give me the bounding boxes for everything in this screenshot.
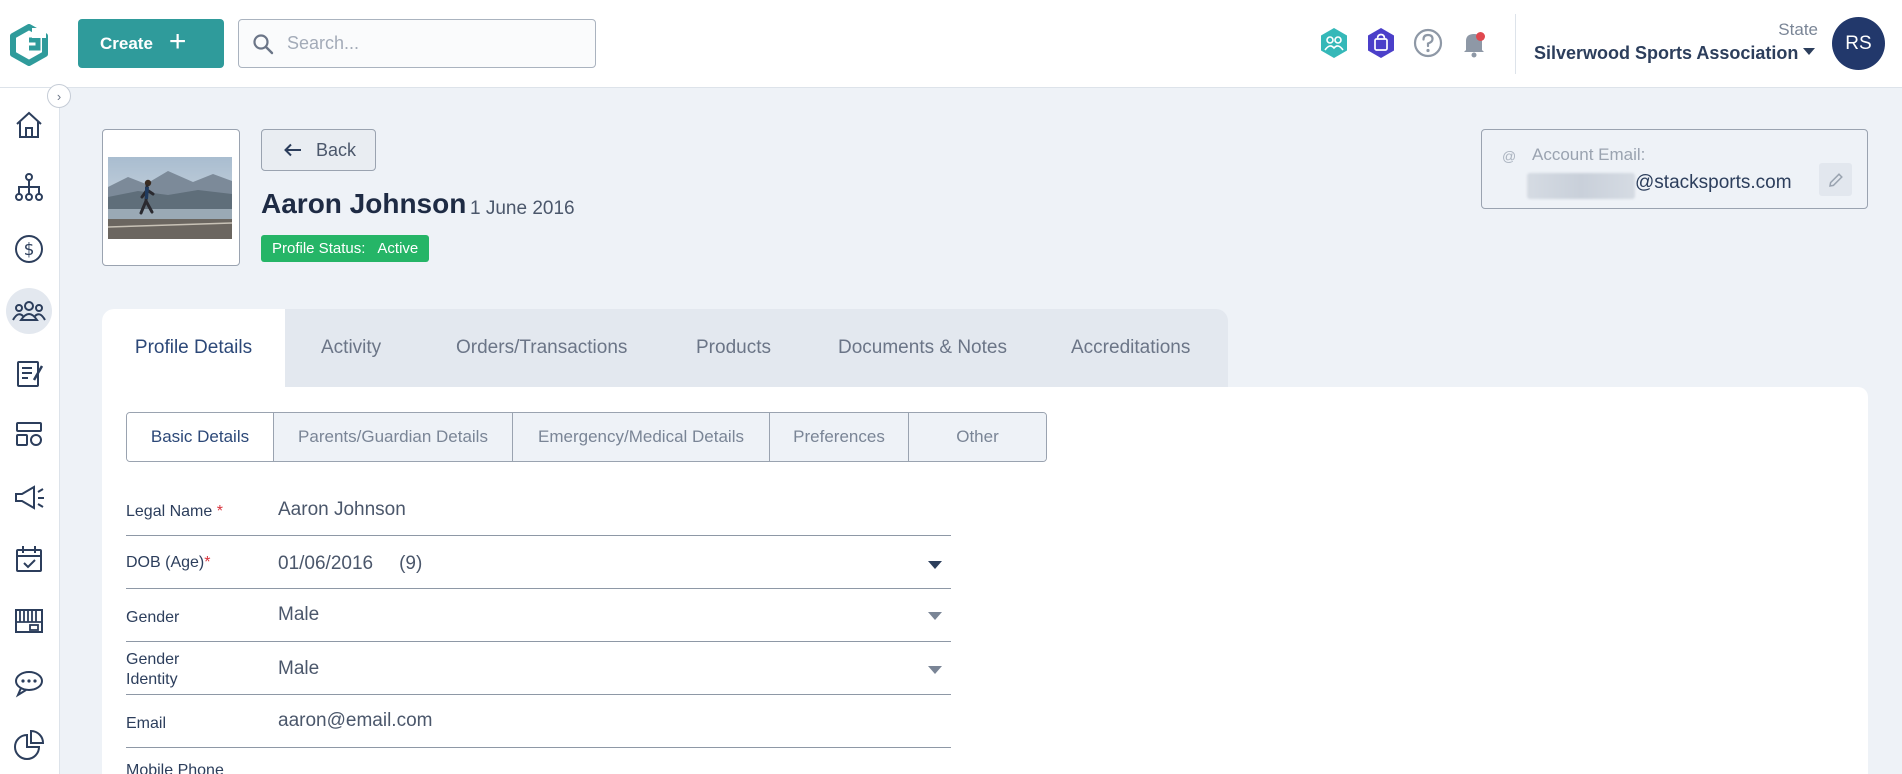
chevron-down-icon[interactable] xyxy=(1803,48,1815,55)
help-icon[interactable] xyxy=(1411,26,1445,60)
shop-bag-icon[interactable] xyxy=(1364,26,1398,60)
messages-icon[interactable] xyxy=(6,660,52,706)
plus-icon: + xyxy=(168,25,187,58)
email-row: Email aaron@email.com xyxy=(126,695,951,748)
search-box[interactable] xyxy=(238,19,596,68)
tab-documents-notes[interactable]: Documents & Notes xyxy=(838,309,1007,387)
people-icon[interactable] xyxy=(6,288,52,334)
redacted-email-user xyxy=(1527,173,1635,199)
age-value: (9) xyxy=(399,553,423,574)
profile-photo-frame[interactable] xyxy=(102,129,240,266)
mobile-phone-row: Mobile Phone xyxy=(126,762,224,774)
gender-row: Gender Male xyxy=(126,589,951,642)
competitions-icon[interactable] xyxy=(6,412,52,458)
at-sign-icon: @ xyxy=(1502,148,1517,164)
subtab-preferences[interactable]: Preferences xyxy=(769,413,908,461)
profile-photo xyxy=(108,157,232,239)
back-button-label: Back xyxy=(316,139,357,160)
dob-value: 01/06/2016 xyxy=(278,553,374,574)
arrow-left-icon xyxy=(284,143,301,157)
subtab-emergency-medical[interactable]: Emergency/Medical Details xyxy=(512,413,769,461)
profile-tabs: Profile Details Activity Orders/Transact… xyxy=(102,309,1228,387)
reports-pie-icon[interactable] xyxy=(6,722,52,768)
tab-products[interactable]: Products xyxy=(696,309,771,387)
user-avatar[interactable]: RS xyxy=(1832,17,1885,70)
gender-identity-dropdown-chevron-icon[interactable] xyxy=(928,666,942,674)
gender-dropdown-chevron-icon[interactable] xyxy=(928,612,942,620)
subtab-parents-guardian[interactable]: Parents/Guardian Details xyxy=(273,413,512,461)
person-name-heading: Aaron Johnson xyxy=(261,188,467,219)
top-bar: Create + Search... State Silverwood Spor… xyxy=(0,0,1902,88)
legal-name-label: Legal Name * xyxy=(126,502,223,522)
search-icon xyxy=(253,33,274,54)
finance-dollar-icon[interactable]: $ xyxy=(6,226,52,272)
status-label: Profile Status: xyxy=(272,240,366,257)
home-icon[interactable] xyxy=(6,102,52,148)
subtab-basic-details[interactable]: Basic Details xyxy=(127,413,273,461)
legal-name-field[interactable]: Aaron Johnson xyxy=(278,499,406,521)
account-email-domain: @stacksports.com xyxy=(1635,172,1792,193)
notification-indicator xyxy=(1476,32,1485,41)
gender-label: Gender xyxy=(126,609,180,626)
gender-identity-label: Gender Identity xyxy=(126,651,180,688)
org-structure-icon[interactable] xyxy=(6,164,52,210)
search-input[interactable] xyxy=(287,33,587,54)
create-button-label: Create xyxy=(100,33,153,53)
email-field[interactable]: aaron@email.com xyxy=(278,710,432,732)
venue-icon[interactable] xyxy=(6,598,52,644)
tab-orders-transactions[interactable]: Orders/Transactions xyxy=(456,309,627,387)
dob-row: DOB (Age)* 01/06/2016 (9) xyxy=(126,536,951,589)
status-value: Active xyxy=(377,240,419,257)
state-label: State xyxy=(1778,20,1818,39)
legal-name-label-text: Legal Name xyxy=(126,503,213,520)
dob-label-text: DOB (Age) xyxy=(126,554,205,571)
notifications-bell-icon[interactable] xyxy=(1457,26,1491,60)
account-email-label: Account Email: xyxy=(1532,145,1646,164)
app-logo-icon[interactable] xyxy=(8,24,50,66)
edit-email-button[interactable] xyxy=(1819,163,1852,196)
sidebar-nav: $ xyxy=(0,88,60,774)
svg-text:$: $ xyxy=(24,240,35,260)
person-dob: 1 June 2016 xyxy=(470,198,575,219)
organisation-selector[interactable]: Silverwood Sports Association xyxy=(1534,43,1798,64)
subtab-other[interactable]: Other xyxy=(908,413,1046,461)
megaphone-icon[interactable] xyxy=(6,474,52,520)
registration-form-icon[interactable] xyxy=(6,350,52,396)
pencil-icon xyxy=(1828,172,1843,187)
dob-dropdown-chevron-icon[interactable] xyxy=(928,561,942,569)
dob-field[interactable]: 01/06/2016 (9) xyxy=(278,553,422,575)
community-hub-icon[interactable] xyxy=(1317,26,1351,60)
basic-details-subtabs: Basic Details Parents/Guardian Details E… xyxy=(126,412,1047,462)
required-marker: * xyxy=(204,554,211,571)
email-label: Email xyxy=(126,715,167,732)
back-button[interactable]: Back xyxy=(261,129,376,171)
gender-identity-select[interactable]: Male xyxy=(278,658,319,680)
tab-activity[interactable]: Activity xyxy=(321,309,381,387)
gender-identity-row: Gender Identity Male xyxy=(126,642,951,695)
required-marker: * xyxy=(216,503,223,520)
tab-accreditations[interactable]: Accreditations xyxy=(1071,309,1190,387)
sidebar-collapse-chevron-icon[interactable]: › xyxy=(47,84,71,108)
tab-profile-details[interactable]: Profile Details xyxy=(102,309,285,387)
header-divider xyxy=(1515,14,1516,74)
mobile-phone-label: Mobile Phone xyxy=(126,762,224,774)
profile-status-badge: Profile Status: Active xyxy=(261,235,430,262)
legal-name-row: Legal Name * Aaron Johnson xyxy=(126,492,951,536)
create-button[interactable]: Create + xyxy=(78,19,224,68)
dob-label: DOB (Age)* xyxy=(126,553,210,573)
account-email-card: @ Account Email: @stacksports.com xyxy=(1481,129,1868,209)
gender-select[interactable]: Male xyxy=(278,604,319,626)
calendar-icon[interactable] xyxy=(6,536,52,582)
